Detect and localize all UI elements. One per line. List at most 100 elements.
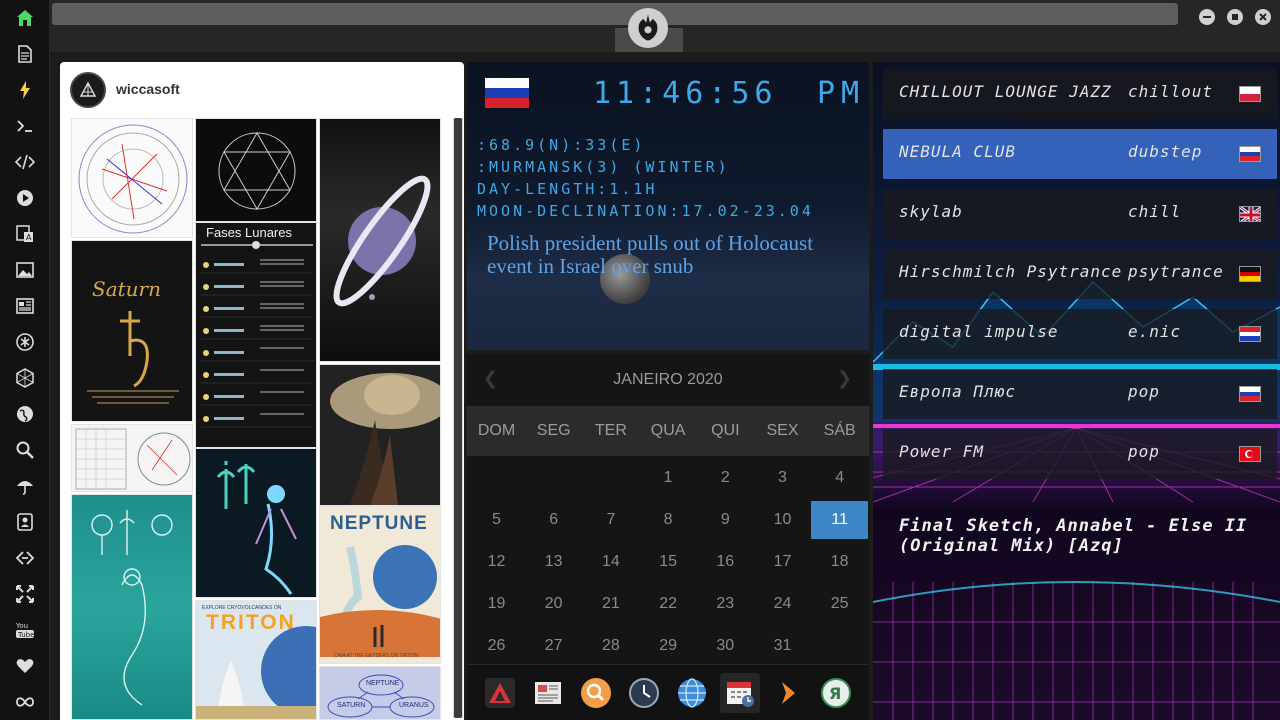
station-row[interactable]: Европа Плюс pop	[883, 369, 1277, 419]
calendar-day[interactable]: 3	[754, 459, 811, 497]
scrollbar-thumb[interactable]	[454, 118, 462, 718]
newspaper-icon[interactable]	[0, 288, 50, 324]
maximize-button[interactable]	[1227, 9, 1243, 25]
taskbar: Я	[467, 664, 869, 720]
calendar-day[interactable]: 18	[811, 543, 868, 581]
umbrella-icon[interactable]	[0, 468, 50, 504]
calendar-day[interactable]: 28	[582, 627, 639, 665]
calendar-day[interactable]: 4	[811, 459, 868, 497]
calendar-day[interactable]: 2	[697, 459, 754, 497]
location-line: :MURMANSK(3) (WINTER)	[477, 158, 730, 176]
station-name: CHILLOUT LOUNGE JAZZ	[899, 82, 1112, 101]
image-icon[interactable]	[0, 252, 50, 288]
weekday-label: SÁB	[823, 422, 856, 439]
terminal-icon[interactable]	[0, 108, 50, 144]
poland-flag-icon	[1239, 86, 1261, 102]
pin-saturn-hat-woman[interactable]	[319, 364, 441, 506]
clock-app-icon[interactable]	[624, 673, 664, 713]
svg-text:Я: Я	[829, 684, 841, 703]
lightning-icon[interactable]	[0, 72, 50, 108]
translate-icon[interactable]: A	[0, 216, 50, 252]
calendar-day[interactable]: 6	[525, 501, 582, 539]
calendar-day[interactable]: 14	[582, 543, 639, 581]
calendar-day[interactable]: 7	[582, 501, 639, 539]
app-store-icon[interactable]	[480, 673, 520, 713]
pin-chart-table[interactable]	[71, 424, 193, 492]
station-row[interactable]: skylab chill	[883, 189, 1277, 239]
globe-icon[interactable]	[0, 396, 50, 432]
search-app-icon[interactable]	[576, 673, 616, 713]
pin-neptune-poster[interactable]: NEPTUNE CAIA AT THE GEYSERS ON TRITON	[319, 506, 441, 664]
chevron-left-icon[interactable]: ❮	[483, 368, 498, 389]
yandex-icon[interactable]: Я	[816, 673, 856, 713]
calendar-day[interactable]: 19	[468, 585, 525, 623]
calendar-day[interactable]: 21	[582, 585, 639, 623]
calendar-day-today[interactable]: 11	[811, 501, 869, 539]
rebel-alliance-icon[interactable]	[628, 8, 668, 48]
calendar-day[interactable]: 13	[525, 543, 582, 581]
fullscreen-icon[interactable]	[0, 576, 50, 612]
calendar-day[interactable]: 20	[525, 585, 582, 623]
browser-globe-icon[interactable]	[672, 673, 712, 713]
code-icon[interactable]	[0, 144, 50, 180]
avatar[interactable]	[70, 72, 106, 108]
pin-planet-diagram[interactable]: NEPTUNE SATURN URANUS	[319, 666, 441, 720]
calendar-day[interactable]: 8	[640, 501, 697, 539]
hexagon-icon[interactable]	[0, 360, 50, 396]
germany-flag-icon	[1239, 266, 1261, 282]
calendar-day[interactable]: 5	[468, 501, 525, 539]
pin-sacred-geometry[interactable]	[195, 118, 317, 222]
close-button[interactable]	[1255, 9, 1271, 25]
station-row[interactable]: digital impulse e.nic	[883, 309, 1277, 359]
pin-astro-chart[interactable]	[71, 118, 193, 238]
pin-triton-poster[interactable]: EXPLORE CRYOVOLCANOES ON TRITON	[195, 600, 317, 720]
calendar-weekday-row: DOM SEG TER QUA QUI SEX SÁB	[467, 406, 869, 456]
news-app-icon[interactable]	[528, 673, 568, 713]
infinity-icon[interactable]	[0, 684, 50, 720]
day-length-line: DAY-LENGTH:1.1H	[477, 180, 658, 198]
calendar-day[interactable]: 1	[640, 459, 697, 497]
minimize-button[interactable]	[1199, 9, 1215, 25]
calendar-day[interactable]: 16	[697, 543, 754, 581]
calendar-day[interactable]: 29	[640, 627, 697, 665]
search-icon[interactable]	[0, 432, 50, 468]
play-icon[interactable]	[0, 180, 50, 216]
calendar-day[interactable]: 24	[754, 585, 811, 623]
calendar-day[interactable]: 31	[754, 627, 811, 665]
home-icon[interactable]	[0, 0, 50, 36]
pin-mermaid-art[interactable]	[71, 494, 193, 720]
station-name: Power FM	[899, 442, 985, 461]
heart-icon[interactable]	[0, 648, 50, 684]
news-headline[interactable]: Polish president pulls out of Holocaust …	[487, 232, 857, 278]
chevron-right-icon[interactable]: ❯	[837, 368, 852, 389]
pin-moon-phases[interactable]: Fases Lunares	[195, 222, 317, 448]
top-bar	[50, 0, 1280, 52]
link-icon[interactable]	[0, 540, 50, 576]
calendar-day[interactable]: 26	[468, 627, 525, 665]
youtube-icon[interactable]: You Tube	[0, 612, 50, 648]
calendar-day[interactable]: 25	[811, 585, 868, 623]
username[interactable]: wiccasoft	[116, 81, 180, 97]
station-row[interactable]: Power FM pop	[883, 429, 1277, 479]
station-row[interactable]: NEBULA CLUB dubstep	[883, 129, 1277, 179]
calendar-day[interactable]: 30	[697, 627, 754, 665]
calendar-app-icon[interactable]	[720, 673, 760, 713]
calendar-day[interactable]: 12	[468, 543, 525, 581]
station-row[interactable]: CHILLOUT LOUNGE JAZZ chillout	[883, 69, 1277, 119]
calendar-day[interactable]: 10	[754, 501, 811, 539]
pin-neptune-anime[interactable]	[195, 448, 317, 598]
address-bar[interactable]	[52, 3, 1178, 25]
asterisk-icon[interactable]	[0, 324, 50, 360]
calendar-day[interactable]: 17	[754, 543, 811, 581]
contact-icon[interactable]	[0, 504, 50, 540]
pin-saturn-planet[interactable]	[319, 118, 441, 362]
calendar-day[interactable]: 9	[697, 501, 754, 539]
calendar-day[interactable]: 27	[525, 627, 582, 665]
document-icon[interactable]	[0, 36, 50, 72]
calendar-day[interactable]: 22	[640, 585, 697, 623]
station-row[interactable]: Hirschmilch Psytrance psytrance	[883, 249, 1277, 299]
pin-saturn-poster[interactable]: Saturn	[71, 240, 193, 422]
play-arrow-icon[interactable]	[768, 673, 808, 713]
calendar-day[interactable]: 23	[697, 585, 754, 623]
calendar-day[interactable]: 15	[640, 543, 697, 581]
